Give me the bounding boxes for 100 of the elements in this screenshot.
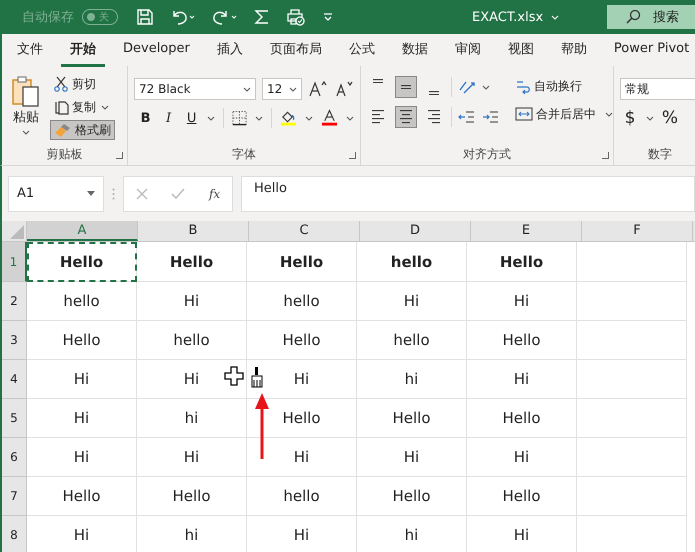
- copy-button[interactable]: 复制: [50, 97, 99, 117]
- save-icon[interactable]: [136, 8, 154, 26]
- caret-icon[interactable]: [243, 86, 251, 92]
- column-header[interactable]: B: [138, 221, 249, 241]
- table-cell: Hi: [137, 282, 247, 321]
- search-box[interactable]: 搜索: [607, 5, 695, 29]
- dialog-launcher-icon[interactable]: [602, 152, 609, 159]
- row-header[interactable]: 4: [2, 360, 27, 399]
- table-cell: Hi: [27, 516, 137, 552]
- table-cell: Hi: [467, 360, 577, 399]
- bold-button[interactable]: B: [138, 110, 154, 126]
- align-lines-icon: [428, 110, 440, 124]
- caret-icon[interactable]: [305, 116, 314, 120]
- ribbon-tab[interactable]: 文件: [8, 34, 52, 66]
- font-name-field[interactable]: 72 Black: [134, 78, 256, 100]
- ribbon-tab[interactable]: 公式: [340, 34, 384, 66]
- table-cell: Hi: [27, 438, 137, 477]
- paste-button[interactable]: 粘贴: [8, 70, 44, 126]
- row-header[interactable]: 3: [2, 321, 27, 360]
- table-cell: Hello: [247, 242, 357, 282]
- font-size-field[interactable]: 12: [262, 78, 302, 100]
- table-cell: Hi: [27, 360, 137, 399]
- ribbon-tab[interactable]: 审阅: [446, 34, 490, 66]
- align-button[interactable]: [395, 76, 417, 98]
- name-box[interactable]: A1: [8, 176, 104, 212]
- dialog-launcher-icon[interactable]: [116, 152, 123, 159]
- dialog-launcher-icon[interactable]: [349, 152, 356, 159]
- increase-font-icon[interactable]: [308, 80, 328, 98]
- merge-center-button[interactable]: 合并后居中: [512, 104, 599, 124]
- search-icon: [625, 9, 641, 25]
- print-preview-icon[interactable]: [286, 8, 306, 26]
- caret-icon[interactable]: [482, 84, 490, 90]
- increase-indent-icon[interactable]: [482, 109, 500, 125]
- row-header[interactable]: 7: [2, 477, 27, 516]
- ribbon-tab[interactable]: 页面布局: [260, 34, 331, 66]
- ribbon-tab[interactable]: 插入: [208, 34, 252, 66]
- sum-icon[interactable]: [254, 8, 270, 26]
- ribbon-tab[interactable]: Developer: [114, 35, 199, 65]
- caret-icon[interactable]: [255, 116, 264, 120]
- group-label: 字体: [232, 146, 256, 162]
- table-cell: Hello: [357, 477, 467, 516]
- table-cell: Hello: [467, 242, 577, 282]
- caret-icon[interactable]: [346, 116, 354, 120]
- table-cell: hello: [357, 242, 467, 282]
- ribbon-tab[interactable]: 帮助: [552, 34, 596, 66]
- table-cell: Hi: [27, 399, 137, 438]
- ribbon-tab[interactable]: 开始: [61, 34, 105, 66]
- wrap-text-button[interactable]: 自动换行: [512, 76, 613, 96]
- align-lines-icon: [373, 79, 383, 84]
- ribbon-tab[interactable]: 数据: [392, 34, 437, 66]
- column-header[interactable]: D: [360, 221, 471, 241]
- scissors-icon: [53, 76, 69, 92]
- ribbon-tab[interactable]: Power Pivot: [604, 35, 695, 65]
- caret-icon[interactable]: [646, 116, 654, 120]
- table-cell: Hi: [467, 438, 577, 477]
- number-format-field[interactable]: 常规: [620, 78, 695, 100]
- formula-field[interactable]: Hello: [241, 176, 695, 212]
- borders-icon[interactable]: [232, 110, 248, 126]
- arrow-icon: [255, 393, 269, 459]
- caret-icon[interactable]: [22, 130, 30, 135]
- dropdown-icon[interactable]: [87, 191, 95, 196]
- currency-button[interactable]: $: [620, 108, 640, 128]
- table-cell: Hello: [247, 321, 357, 360]
- format-painter-button[interactable]: 格式刷: [50, 120, 115, 140]
- checkmark-icon[interactable]: [171, 188, 186, 200]
- caret-icon[interactable]: [207, 116, 216, 120]
- column-header[interactable]: C: [249, 221, 360, 241]
- table-cell: hello: [27, 282, 137, 321]
- table-cell: hi: [137, 399, 247, 438]
- italic-button[interactable]: I: [161, 110, 176, 126]
- font-color-icon[interactable]: [321, 109, 338, 127]
- table-cell: Hi: [357, 438, 467, 477]
- align-button[interactable]: [395, 106, 417, 128]
- column-header[interactable]: A: [27, 221, 138, 241]
- percent-button[interactable]: %: [660, 108, 680, 128]
- fill-color-icon[interactable]: [280, 109, 298, 127]
- align-lines-icon: [372, 110, 384, 124]
- file-name[interactable]: EXACT.xlsx: [472, 10, 544, 24]
- caret-icon[interactable]: [289, 86, 297, 92]
- caret-icon[interactable]: [605, 112, 613, 116]
- row-header[interactable]: 1: [2, 242, 27, 282]
- column-header[interactable]: F: [582, 221, 693, 241]
- row-header[interactable]: 5: [2, 399, 27, 438]
- row-header[interactable]: 8: [2, 516, 27, 552]
- table-cell: hello: [247, 282, 357, 321]
- table-cell: hello: [137, 321, 247, 360]
- ribbon-tab[interactable]: 视图: [498, 34, 543, 66]
- underline-button[interactable]: U: [184, 110, 200, 126]
- table-cell: hi: [357, 516, 467, 552]
- caret-icon[interactable]: [101, 104, 109, 110]
- table-cell: Hello: [27, 477, 137, 516]
- column-header[interactable]: E: [471, 221, 582, 241]
- decrease-font-icon[interactable]: [334, 80, 354, 98]
- insert-function-button[interactable]: fx: [208, 186, 220, 200]
- row-header[interactable]: 6: [2, 438, 27, 477]
- decrease-indent-icon[interactable]: [458, 109, 476, 125]
- row-header[interactable]: 2: [2, 282, 27, 321]
- table-cell: Hello: [357, 399, 467, 438]
- redo-icon[interactable]: [212, 8, 238, 26]
- cut-button[interactable]: 剪切: [50, 74, 115, 94]
